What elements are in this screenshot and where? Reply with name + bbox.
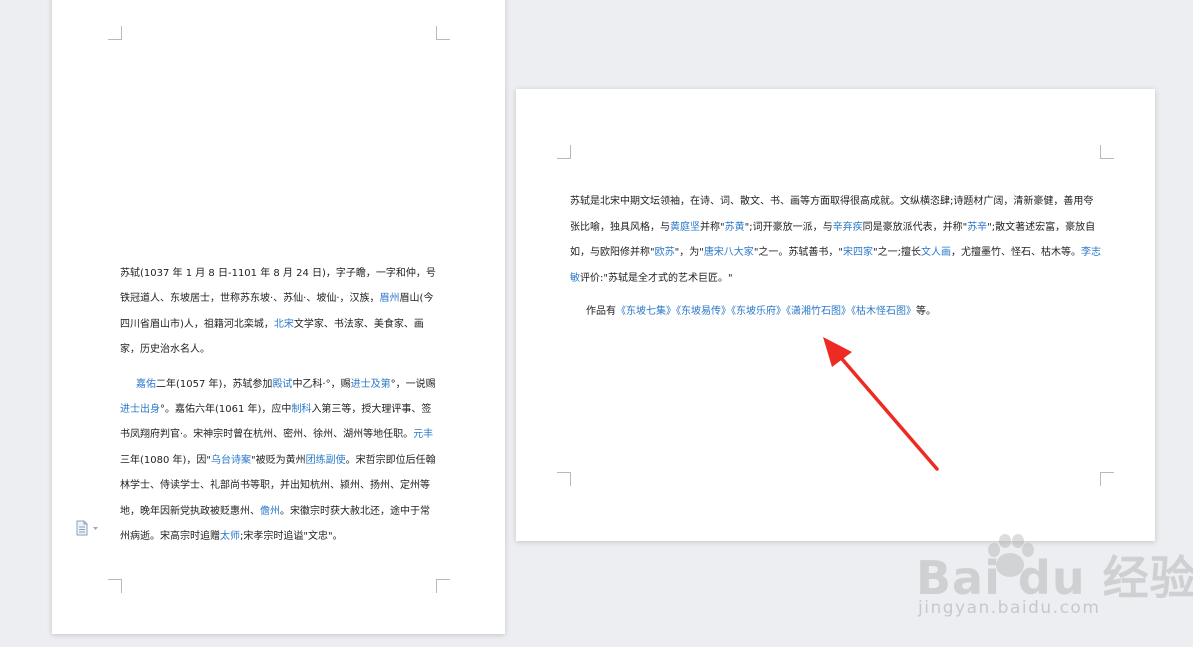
hyperlink[interactable]: 苏黄	[725, 222, 745, 233]
hyperlink[interactable]: 北宋	[274, 319, 294, 330]
hyperlink[interactable]: 乌台诗案	[211, 455, 251, 466]
hyperlink[interactable]: 儋州	[260, 506, 280, 517]
hyperlink[interactable]: 嘉佑	[136, 379, 156, 390]
hyperlink[interactable]: 辛弃疾	[833, 222, 863, 233]
text-run: "被贬为黄州	[251, 454, 306, 466]
corner-mark-top-left	[557, 145, 571, 159]
hyperlink[interactable]: 进士及第	[351, 379, 391, 390]
text-run: "，为"	[674, 247, 704, 259]
corner-mark-top-right	[1100, 145, 1114, 159]
text-run: ;宋孝宗时追谥"文忠"。	[240, 531, 343, 543]
hyperlink[interactable]: 文人画	[921, 247, 951, 258]
corner-mark-bottom-left	[108, 579, 122, 593]
hyperlink[interactable]: 黄庭坚	[670, 222, 700, 233]
corner-mark-top-left	[108, 26, 122, 40]
page1-text-body[interactable]: 苏轼(1037 年 1 月 8 日-1101 年 8 月 24 日)，字子瞻，一…	[120, 261, 438, 549]
hyperlink[interactable]: 殿试	[272, 379, 292, 390]
hyperlink[interactable]: 太师	[220, 531, 240, 542]
text-run: 二年(1057 年)，苏轼参加	[156, 378, 273, 390]
corner-mark-top-right	[436, 26, 450, 40]
document-page-2: 苏轼是北宋中期文坛领袖，在诗、词、散文、书、画等方面取得很高成就。文纵横恣肆;诗…	[516, 89, 1155, 541]
corner-mark-bottom-right	[436, 579, 450, 593]
text-run: "之一;擅长	[873, 247, 921, 259]
text-run: °。嘉佑六年(1061 年)，应中	[160, 404, 292, 416]
document-page-1: 苏轼(1037 年 1 月 8 日-1101 年 8 月 24 日)，字子瞻，一…	[52, 0, 505, 634]
hyperlink[interactable]: 《东坡易传》	[676, 306, 731, 317]
baidu-jingyan-watermark: Bai du 经验 jingyan.baidu.com	[910, 532, 1193, 642]
hyperlink[interactable]: 元丰	[413, 429, 433, 440]
page2-paragraph-1[interactable]: 苏轼是北宋中期文坛领袖，在诗、词、散文、书、画等方面取得很高成就。文纵横恣肆;诗…	[570, 189, 1103, 292]
corner-mark-bottom-right	[1100, 472, 1114, 486]
hyperlink[interactable]: 唐宋八大家	[704, 247, 754, 258]
text-run: 等。	[916, 305, 936, 317]
hyperlink[interactable]: 苏辛	[967, 222, 987, 233]
text-run: 中乙科·°，赐	[292, 378, 351, 390]
hyperlink[interactable]: 团练副使	[306, 455, 346, 466]
text-run: °，一说赐	[390, 378, 436, 390]
watermark-url: jingyan.baidu.com	[918, 598, 1101, 618]
paragraph-options-icon[interactable]	[75, 520, 99, 536]
page2-paragraph-2[interactable]: 作品有《东坡七集》《东坡易传》《东坡乐府》《潇湘竹石图》《枯木怪石图》等。	[570, 299, 1103, 325]
corner-mark-bottom-left	[557, 472, 571, 486]
text-run: 评价:"苏轼是全才式的艺术巨匠。"	[580, 273, 733, 285]
hyperlink[interactable]: 制科	[291, 404, 311, 415]
hyperlink[interactable]: 眉州	[380, 293, 400, 304]
text-run: 同是豪放派代表，并称"	[862, 221, 968, 233]
text-run: ";词开豪放一派，与	[744, 221, 833, 233]
text-run: "之一。苏轼善书，"	[753, 247, 844, 259]
hyperlink[interactable]: 《东坡乐府》	[731, 306, 786, 317]
page2-text-body[interactable]: 苏轼是北宋中期文坛领袖，在诗、词、散文、书、画等方面取得很高成就。文纵横恣肆;诗…	[570, 189, 1103, 325]
text-run: 作品有	[586, 305, 616, 317]
hyperlink[interactable]: 《潇湘竹石图》	[786, 306, 851, 317]
hyperlink[interactable]: 《东坡七集》	[616, 306, 676, 317]
hyperlink[interactable]: 进士出身	[120, 404, 160, 415]
text-run: ，尤擅墨竹、怪石、枯木等。	[950, 247, 1081, 259]
text-run: 并称"	[700, 221, 725, 233]
page1-paragraph-1[interactable]: 苏轼(1037 年 1 月 8 日-1101 年 8 月 24 日)，字子瞻，一…	[120, 261, 438, 363]
page1-paragraph-2[interactable]: 嘉佑二年(1057 年)，苏轼参加殿试中乙科·°，赐进士及第°，一说赐进士出身°…	[120, 372, 438, 550]
hyperlink[interactable]: 宋四家	[843, 247, 873, 258]
hyperlink[interactable]: 《枯木怪石图》	[851, 306, 916, 317]
text-run: 三年(1080 年)，因"	[120, 454, 212, 466]
hyperlink[interactable]: 欧苏	[655, 247, 675, 258]
